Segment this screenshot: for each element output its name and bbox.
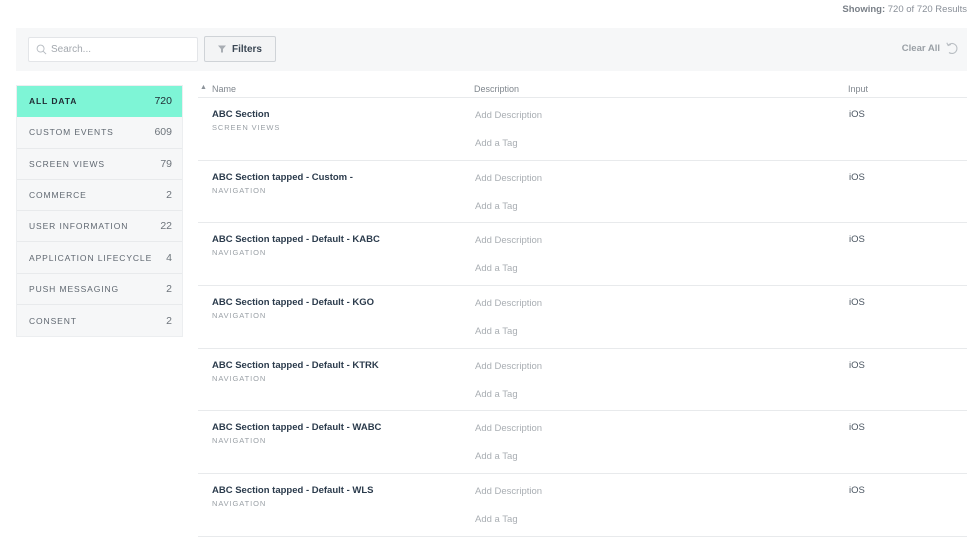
event-name[interactable]: ABC Section tapped - Default - KGO	[212, 297, 374, 308]
sidebar-item-all-data[interactable]: ALL DATA 720	[17, 86, 182, 118]
event-category: NAVIGATION	[212, 436, 267, 446]
sidebar-item-count: 2	[166, 314, 172, 327]
add-description-link[interactable]: Add Description	[475, 423, 542, 434]
sidebar-item-consent[interactable]: CONSENT 2	[17, 305, 182, 336]
sort-ascending-icon[interactable]: ▲	[200, 84, 207, 91]
clear-all-label: Clear All	[901, 42, 940, 54]
add-description-link[interactable]: Add Description	[475, 298, 542, 309]
sidebar-item-count: 4	[166, 251, 172, 264]
sidebar-item-count: 79	[160, 157, 172, 170]
sidebar-item-count: 720	[154, 95, 172, 108]
event-name[interactable]: ABC Section	[212, 109, 270, 120]
results-count: Showing: 720 of 720 Results	[842, 4, 967, 15]
sidebar-item-count: 22	[160, 220, 172, 233]
sidebar-item-label: SCREEN VIEWS	[29, 158, 105, 169]
add-tag-link[interactable]: Add a Tag	[475, 201, 518, 212]
add-description-link[interactable]: Add Description	[475, 173, 542, 184]
sidebar-item-label: CONSENT	[29, 315, 77, 326]
add-tag-link[interactable]: Add a Tag	[475, 514, 518, 525]
event-category: NAVIGATION	[212, 373, 267, 383]
event-name[interactable]: ABC Section tapped - Custom -	[212, 172, 353, 183]
results-value: 720 of 720 Results	[887, 4, 967, 15]
table-row: ABC Section tapped - Default - KTRK NAVI…	[198, 349, 967, 412]
event-name[interactable]: ABC Section tapped - Default - KTRK	[212, 360, 379, 371]
results-label: Showing:	[842, 4, 886, 15]
sidebar-item-application-lifecycle[interactable]: APPLICATION LIFECYCLE 4	[17, 242, 182, 274]
event-input: iOS	[849, 485, 865, 497]
table-row: ABC Section tapped - Default - WLS NAVIG…	[198, 474, 967, 537]
event-input: iOS	[849, 109, 865, 120]
search-icon	[36, 44, 47, 55]
add-tag-link[interactable]: Add a Tag	[475, 326, 518, 337]
sidebar-item-push-messaging[interactable]: PUSH MESSAGING 2	[17, 274, 182, 306]
event-input: iOS	[849, 171, 865, 183]
sidebar-item-label: APPLICATION LIFECYCLE	[29, 252, 153, 263]
add-description-link[interactable]: Add Description	[475, 110, 542, 121]
event-category: NAVIGATION	[212, 185, 267, 195]
reset-icon	[946, 42, 958, 55]
table-row: ABC Section tapped - Default - KABC NAVI…	[198, 223, 967, 287]
sidebar-item-user-information[interactable]: USER INFORMATION 22	[17, 211, 182, 243]
add-tag-link[interactable]: Add a Tag	[475, 138, 518, 149]
event-name[interactable]: ABC Section tapped - Default - WLS	[212, 485, 374, 496]
data-table: ▲ Name Description Input ABC Section SCR…	[198, 82, 967, 537]
sidebar-item-commerce[interactable]: COMMERCE 2	[17, 180, 182, 212]
sidebar-item-label: COMMERCE	[29, 190, 87, 201]
category-sidebar: ALL DATA 720 CUSTOM EVENTS 609 SCREEN VI…	[16, 85, 183, 338]
add-tag-link[interactable]: Add a Tag	[475, 389, 518, 400]
filters-button[interactable]: Filters	[204, 36, 276, 62]
column-header-input: Input	[848, 84, 869, 94]
filter-toolbar: Filters Clear All	[16, 28, 967, 71]
sidebar-item-label: PUSH MESSAGING	[29, 283, 120, 294]
table-row: ABC Section tapped - Custom - NAVIGATION…	[198, 161, 967, 224]
event-name[interactable]: ABC Section tapped - Default - WABC	[212, 422, 381, 433]
add-tag-link[interactable]: Add a Tag	[475, 263, 518, 274]
table-row: ABC Section tapped - Default - KGO NAVIG…	[198, 286, 967, 349]
add-description-link[interactable]: Add Description	[475, 486, 542, 497]
table-header: ▲ Name Description Input	[198, 82, 967, 98]
event-category: NAVIGATION	[212, 248, 267, 258]
add-description-link[interactable]: Add Description	[475, 361, 542, 372]
add-description-link[interactable]: Add Description	[475, 235, 542, 246]
add-tag-link[interactable]: Add a Tag	[475, 451, 518, 462]
search-box[interactable]	[28, 37, 198, 62]
clear-all-button[interactable]: Clear All	[902, 41, 959, 55]
sidebar-item-custom-events[interactable]: CUSTOM EVENTS 609	[17, 117, 182, 149]
event-input: iOS	[849, 422, 865, 434]
column-header-description: Description	[474, 84, 520, 94]
event-category: SCREEN VIEWS	[212, 123, 281, 132]
sidebar-item-label: USER INFORMATION	[29, 221, 129, 232]
column-header-name[interactable]: Name	[212, 84, 236, 94]
filter-icon	[217, 45, 226, 53]
table-row: ABC Section SCREEN VIEWS Add Description…	[198, 98, 967, 161]
sidebar-item-label: CUSTOM EVENTS	[29, 127, 114, 138]
event-name[interactable]: ABC Section tapped - Default - KABC	[212, 234, 380, 245]
event-input: iOS	[849, 297, 865, 309]
sidebar-item-count: 2	[166, 282, 172, 295]
event-category: NAVIGATION	[212, 499, 267, 509]
sidebar-item-count: 2	[166, 189, 172, 202]
sidebar-item-label: ALL DATA	[29, 96, 78, 107]
sidebar-item-count: 609	[154, 126, 172, 139]
table-row: ABC Section tapped - Default - WABC NAVI…	[198, 411, 967, 475]
sidebar-item-screen-views[interactable]: SCREEN VIEWS 79	[17, 149, 182, 180]
event-input: iOS	[849, 359, 865, 371]
search-input[interactable]	[51, 38, 191, 61]
event-input: iOS	[849, 234, 865, 246]
filters-label: Filters	[231, 43, 262, 55]
event-category: NAVIGATION	[212, 311, 267, 321]
